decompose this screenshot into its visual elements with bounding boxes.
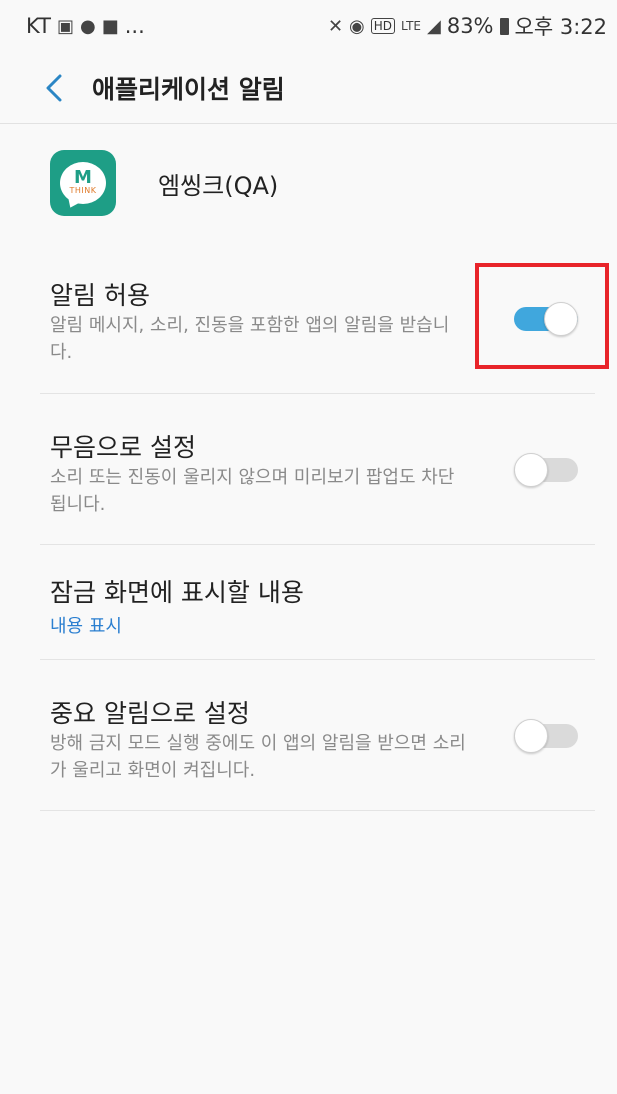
highlight-box: [475, 263, 609, 369]
setting-description: 소리 또는 진동이 울리지 않으며 미리보기 팝업도 차단됩니다.: [50, 467, 455, 515]
screen: KT ▣ ● ■ ... ✕ ◉ HD LTE ◢ 83% 오후 3:22 애플…: [0, 0, 617, 1094]
set-priority-toggle[interactable]: [514, 719, 578, 753]
back-button[interactable]: [22, 52, 86, 124]
app-name: 엠씽크(QA): [158, 171, 279, 200]
app-icon: M THINK: [50, 150, 116, 216]
setting-lock-screen-content[interactable]: 잠금 화면에 표시할 내용 내용 표시: [40, 545, 595, 660]
battery-icon: [499, 17, 509, 35]
more-notifications: ...: [124, 14, 145, 38]
setting-set-priority[interactable]: 중요 알림으로 설정 방해 금지 모드 실행 중에도 이 앱의 알림을 받으면 …: [40, 660, 595, 811]
setting-title: 알림 허용: [50, 281, 150, 310]
app-header: M THINK 엠씽크(QA): [50, 148, 278, 218]
setting-description: 방해 금지 모드 실행 중에도 이 앱의 알림을 받으면 소리가 울리고 화면이…: [50, 733, 466, 781]
speech-bubble-icon: M THINK: [60, 162, 106, 204]
mute-vibrate-icon: ✕: [327, 15, 344, 37]
lte-icon: LTE: [401, 19, 421, 33]
gallery-icon: ▣: [56, 15, 74, 37]
hd-icon: HD: [370, 18, 396, 34]
kakaotalk-icon: ●: [79, 15, 96, 37]
app-bar: 애플리케이션 알림: [0, 52, 617, 124]
status-bar-right: ✕ ◉ HD LTE ◢ 83% 오후 3:22: [328, 11, 607, 41]
app-icon-text: THINK: [69, 186, 97, 195]
setting-title: 잠금 화면에 표시할 내용: [50, 578, 304, 607]
status-bar: KT ▣ ● ■ ... ✕ ◉ HD LTE ◢ 83% 오후 3:22: [0, 0, 617, 52]
setting-description: 알림 메시지, 소리, 진동을 포함한 앱의 알림을 받습니다.: [50, 315, 450, 363]
toggle-thumb: [514, 719, 548, 753]
alarm-icon: ◉: [349, 15, 365, 37]
battery-percent: 83%: [446, 14, 494, 38]
setting-title: 무음으로 설정: [50, 433, 196, 462]
message-icon: ■: [101, 15, 119, 37]
page-title: 애플리케이션 알림: [92, 74, 285, 104]
setting-set-silent[interactable]: 무음으로 설정 소리 또는 진동이 울리지 않으며 미리보기 팝업도 차단됩니다…: [40, 394, 595, 545]
lock-screen-value: 내용 표시: [50, 616, 122, 637]
app-icon-letter: M: [74, 167, 92, 188]
back-arrow-icon: [46, 74, 62, 101]
clock: 오후 3:22: [514, 15, 607, 39]
status-bar-left: KT ▣ ● ■ ...: [26, 14, 145, 38]
carrier-label: KT: [26, 14, 51, 38]
toggle-thumb: [514, 453, 548, 487]
set-silent-toggle[interactable]: [514, 453, 578, 487]
setting-title: 중요 알림으로 설정: [50, 699, 250, 728]
signal-icon: ◢: [426, 15, 441, 37]
